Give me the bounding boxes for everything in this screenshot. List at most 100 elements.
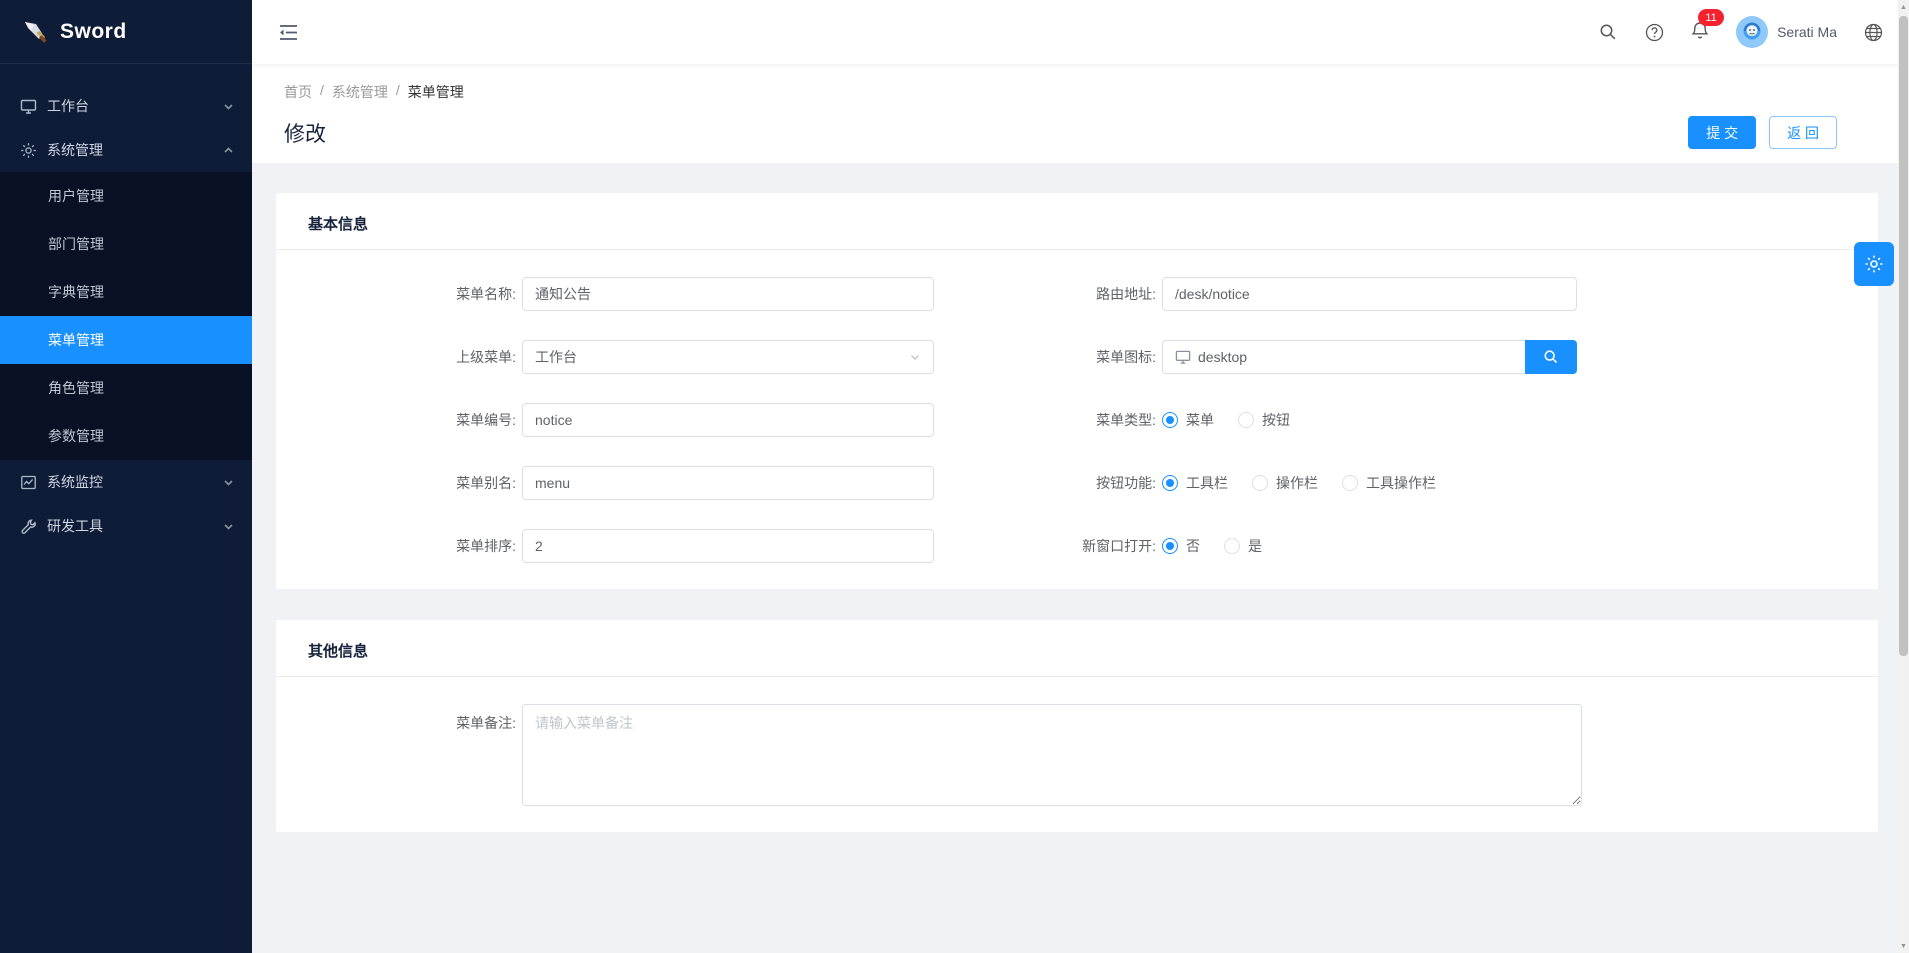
radio-yes[interactable]: 是 (1224, 536, 1262, 556)
user-name: Serati Ma (1777, 24, 1837, 40)
avatar (1736, 16, 1768, 48)
radio-label: 工具操作栏 (1366, 473, 1436, 493)
sidebar-item-dept-mgmt[interactable]: 部门管理 (0, 220, 252, 268)
notification-badge: 11 (1698, 9, 1724, 26)
sword-logo-icon (22, 19, 48, 45)
sidebar-item-label: 研发工具 (47, 516, 223, 536)
select-chevron-down-icon (909, 351, 921, 363)
menu-remark-textarea[interactable] (522, 704, 1582, 806)
submenu-item-label: 字典管理 (48, 282, 104, 302)
sidebar-item-workbench[interactable]: 工作台 (0, 84, 252, 128)
route-path-input[interactable] (1162, 277, 1577, 311)
breadcrumb-system-mgmt[interactable]: 系统管理 (332, 82, 388, 102)
radio-toolbar[interactable]: 工具栏 (1162, 473, 1228, 493)
sidebar-item-role-mgmt[interactable]: 角色管理 (0, 364, 252, 412)
menu-type-label: 菜单类型: (934, 410, 1156, 430)
sidebar-item-label: 工作台 (47, 96, 223, 116)
breadcrumb-home[interactable]: 首页 (284, 82, 312, 102)
help-icon[interactable] (1644, 22, 1664, 42)
submenu-item-label: 部门管理 (48, 234, 104, 254)
button-func-label: 按钮功能: (934, 473, 1156, 493)
menu-icon-value: desktop (1198, 349, 1247, 365)
radio-dot-icon (1252, 475, 1268, 491)
button-func-radio-group: 工具栏 操作栏 工具操作栏 (1162, 473, 1436, 493)
radio-label: 是 (1248, 536, 1262, 556)
submit-button[interactable]: 提 交 (1688, 116, 1756, 149)
desktop-icon (20, 98, 37, 115)
breadcrumb-separator: / (320, 82, 324, 102)
sidebar-item-label: 系统管理 (47, 140, 223, 160)
sidebar-item-dict-mgmt[interactable]: 字典管理 (0, 268, 252, 316)
sidebar-item-dev-tools[interactable]: 研发工具 (0, 504, 252, 548)
menu-name-input[interactable] (522, 277, 934, 311)
gear-icon (1864, 254, 1884, 274)
menu-alias-label: 菜单别名: (308, 473, 516, 493)
sidebar-item-system-mgmt[interactable]: 系统管理 (0, 128, 252, 172)
theme-settings-button[interactable] (1854, 242, 1894, 286)
radio-dot-icon (1342, 475, 1358, 491)
scroll-up-arrow-icon[interactable]: ▲ (1898, 0, 1909, 14)
notifications-button[interactable]: 11 (1690, 21, 1710, 44)
gear-icon (20, 142, 37, 159)
submenu-item-label: 角色管理 (48, 378, 104, 398)
user-menu[interactable]: Serati Ma (1736, 16, 1837, 48)
back-button[interactable]: 返 回 (1769, 116, 1837, 149)
section-title-basic: 基本信息 (308, 213, 1846, 249)
menu-icon-label: 菜单图标: (934, 347, 1156, 367)
sidebar-item-label: 系统监控 (47, 472, 223, 492)
radio-dot-icon (1238, 412, 1254, 428)
app-logo[interactable]: Sword (0, 0, 252, 64)
parent-menu-select[interactable]: 工作台 (522, 340, 934, 374)
scrollbar-thumb[interactable] (1899, 16, 1908, 656)
wrench-icon (20, 518, 37, 535)
sidebar-item-param-mgmt[interactable]: 参数管理 (0, 412, 252, 460)
monitor-chart-icon (20, 474, 37, 491)
radio-tool-action-bar[interactable]: 工具操作栏 (1342, 473, 1436, 493)
sidebar-item-user-mgmt[interactable]: 用户管理 (0, 172, 252, 220)
vertical-scrollbar[interactable]: ▲ ▼ (1898, 0, 1909, 953)
new-window-radio-group: 否 是 (1162, 536, 1262, 556)
radio-label: 操作栏 (1276, 473, 1318, 493)
scroll-down-arrow-icon[interactable]: ▼ (1898, 939, 1909, 953)
radio-button[interactable]: 按钮 (1238, 410, 1290, 430)
icon-search-button[interactable] (1525, 340, 1577, 374)
radio-dot-icon (1224, 538, 1240, 554)
submenu-system-mgmt: 用户管理 部门管理 字典管理 菜单管理 角色管理 参数管理 (0, 172, 252, 460)
menu-fold-icon[interactable] (276, 20, 300, 44)
basic-info-card: 基本信息 菜单名称: 路由地址: 上级菜单: 工作台 (276, 193, 1878, 589)
menu-name-label: 菜单名称: (308, 284, 516, 304)
sidebar-item-menu-mgmt[interactable]: 菜单管理 (0, 316, 252, 364)
radio-label: 否 (1186, 536, 1200, 556)
menu-alias-input[interactable] (522, 466, 934, 500)
sidebar: Sword 工作台 系统管理 (0, 0, 252, 953)
parent-menu-value: 工作台 (535, 347, 577, 367)
route-path-label: 路由地址: (934, 284, 1156, 304)
new-window-label: 新窗口打开: (934, 536, 1156, 556)
radio-dot-icon (1162, 538, 1178, 554)
main-area: 11 Serati Ma (252, 0, 1909, 953)
chevron-down-icon (223, 101, 234, 112)
radio-menu[interactable]: 菜单 (1162, 410, 1214, 430)
search-icon (1543, 349, 1559, 365)
chevron-up-icon (223, 145, 234, 156)
radio-label: 按钮 (1262, 410, 1290, 430)
content: 基本信息 菜单名称: 路由地址: 上级菜单: 工作台 (252, 163, 1909, 953)
menu-sort-input[interactable] (522, 529, 934, 563)
app-title: Sword (60, 20, 127, 44)
radio-no[interactable]: 否 (1162, 536, 1200, 556)
radio-action-bar[interactable]: 操作栏 (1252, 473, 1318, 493)
chevron-down-icon (223, 521, 234, 532)
page-title: 修改 (284, 118, 326, 148)
menu-sort-label: 菜单排序: (308, 536, 516, 556)
chevron-down-icon (223, 477, 234, 488)
menu-icon-input[interactable]: desktop (1162, 340, 1525, 374)
submenu-item-label: 参数管理 (48, 426, 104, 446)
topbar-actions: 11 Serati Ma (1598, 16, 1883, 48)
topbar: 11 Serati Ma (252, 0, 1909, 64)
search-icon[interactable] (1598, 22, 1618, 42)
submenu-item-label: 菜单管理 (48, 330, 104, 350)
sidebar-item-system-monitor[interactable]: 系统监控 (0, 460, 252, 504)
menu-code-input[interactable] (522, 403, 934, 437)
globe-icon[interactable] (1863, 22, 1883, 42)
radio-label: 工具栏 (1186, 473, 1228, 493)
